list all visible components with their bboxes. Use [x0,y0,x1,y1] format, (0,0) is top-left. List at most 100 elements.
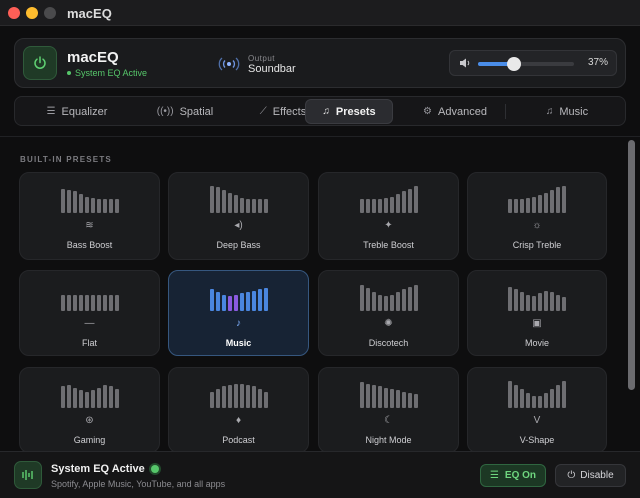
eq-band-bar [532,296,536,311]
eq-band-bar [78,390,83,408]
preset-card-flat[interactable]: — Flat [19,270,160,356]
preset-card-treble-boost[interactable]: ✦ Treble Boost [318,172,459,260]
minimize-window-button[interactable] [26,7,38,19]
eq-curve-preview [169,283,308,311]
film-icon: ▣ [532,318,542,329]
eq-band-bar [407,287,412,311]
eq-band-bar [239,198,244,213]
eq-band-bar [239,293,244,311]
eq-band-bar [401,191,406,213]
eq-curve-preview [20,283,159,311]
eq-band-bar [365,384,370,408]
sliders-icon: ☰ [46,106,56,117]
eq-band-bar [245,292,250,311]
preset-card-music[interactable]: ♪ Music [168,270,309,356]
eq-band-bar [508,381,512,408]
eq-band-bar [544,193,548,213]
tab-presets[interactable]: ♫ Presets [305,99,393,124]
moon-icon: ☾ [384,415,393,426]
title-bar: macEQ [0,0,640,26]
minus-icon: — [84,318,95,329]
tab-spatial[interactable]: ((•)) Spatial [131,99,239,124]
eq-band-bar [538,195,542,213]
eq-band-bar [514,199,518,213]
eq-band-bar [508,287,512,311]
eq-band-bar [84,295,89,311]
preset-card-v-shape[interactable]: V V-Shape [467,367,607,453]
music-note-icon: ♪ [236,318,241,329]
scrollbar[interactable] [628,140,635,390]
eq-band-bar [78,194,83,213]
preset-label: Night Mode [365,435,412,445]
eq-band-bar [90,198,95,213]
eq-band-bar [96,388,101,408]
preset-card-bass-boost[interactable]: ≋ Bass Boost [19,172,160,260]
eq-band-bar [209,289,214,311]
tab-label: Equalizer [61,105,108,118]
eq-band-bar [371,199,376,213]
preset-label: Discotech [368,338,409,348]
eq-band-bar [562,297,566,311]
music-note-icon: ♫ [545,106,554,117]
eq-band-bar [257,199,262,213]
preset-card-deep-bass[interactable]: ◂) Deep Bass [168,172,309,260]
volume-control: 37% [449,50,617,76]
preset-card-discotech[interactable]: ✺ Discotech [318,270,459,356]
music-list-icon: ♫ [322,106,330,117]
eq-band-bar [413,394,418,408]
preset-card-gaming[interactable]: ⊛ Gaming [19,367,160,453]
eq-band-bar [239,384,244,408]
tab-equalizer[interactable]: ☰ Equalizer [23,99,131,124]
spatial-audio-icon: ((•)) [156,106,174,117]
power-icon [34,56,46,69]
power-toggle-button[interactable] [23,46,57,80]
eq-band-bar [233,384,238,408]
eq-band-bar [257,389,262,408]
eq-on-button[interactable]: ☰ EQ On [480,464,546,487]
eq-band-bar [383,198,388,213]
eq-band-bar [251,291,256,311]
tab-label: Presets [335,105,376,118]
preset-card-crisp-treble[interactable]: ☼ Crisp Treble [467,172,607,260]
preset-card-movie[interactable]: ▣ Movie [467,270,607,356]
tab-advanced[interactable]: ⚙ Advanced [401,99,509,124]
close-window-button[interactable] [8,7,20,19]
eq-band-bar [90,390,95,408]
disable-button[interactable]: ⏻ Disable [555,464,626,487]
eq-curve-preview [20,380,159,408]
eq-band-bar [114,199,119,213]
section-label: BUILT-IN PRESETS [20,155,112,164]
eq-band-bar [532,197,536,213]
eq-status-text: System EQ Active [75,68,148,78]
eq-band-bar [395,292,400,311]
eq-band-bar [78,295,83,311]
eq-band-bar [562,381,566,408]
preset-card-night-mode[interactable]: ☾ Night Mode [318,367,459,453]
eq-band-bar [383,388,388,408]
eq-band-bar [520,199,524,213]
eq-band-bar [407,393,412,408]
eq-band-bar [359,382,364,408]
preset-card-podcast[interactable]: ♦ Podcast [168,367,309,453]
volume-slider[interactable] [478,57,574,71]
volume-slider-knob[interactable] [506,57,521,71]
party-popper-icon: ✺ [384,318,393,329]
eq-band-bar [371,292,376,311]
zoom-window-button[interactable] [44,7,56,19]
footer-title-text: System EQ Active [51,463,145,475]
eq-band-bar [251,386,256,408]
tab-music[interactable]: ♫ Music [513,99,621,124]
eq-band-bar [108,386,113,408]
output-device-selector[interactable]: Soundbar [248,63,296,75]
preset-label: Crisp Treble [512,240,562,250]
eq-band-bar [526,295,530,311]
eq-band-bar [550,292,554,311]
eq-band-bar [215,292,220,311]
eq-band-bar [401,392,406,408]
eq-band-bar [514,289,518,311]
preset-label: Music [225,338,252,348]
speaker-icon [460,58,470,68]
eq-band-bar [108,199,113,213]
eq-band-bar [389,197,394,213]
eq-band-bar [395,390,400,408]
